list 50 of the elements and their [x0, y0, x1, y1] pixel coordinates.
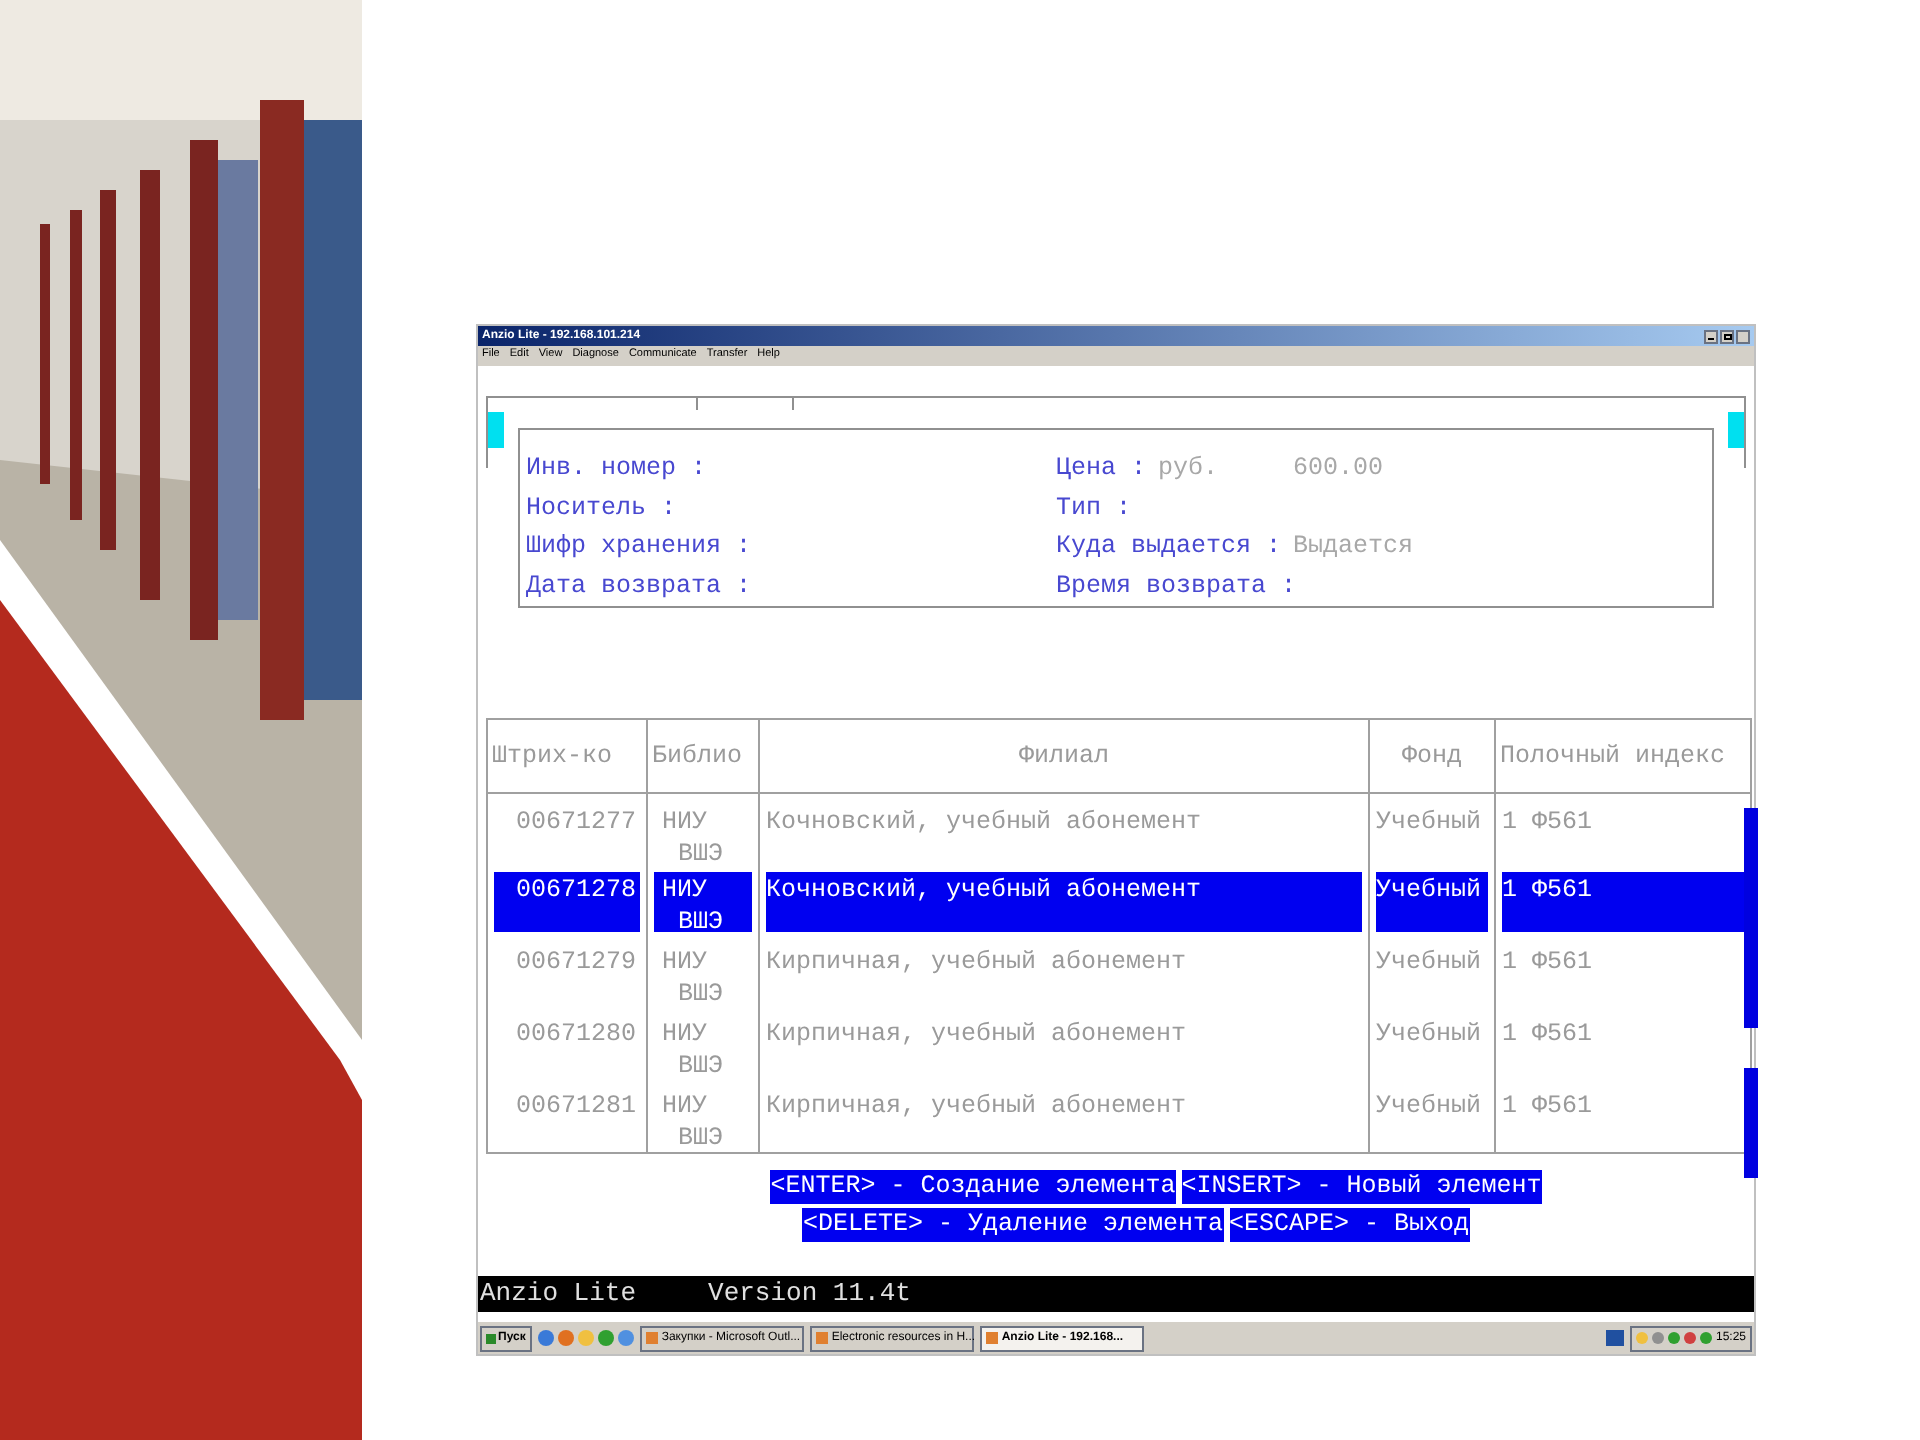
field-label: Куда выдается :: [1056, 530, 1282, 564]
key-hint: <INSERT> - Новый элемент: [1181, 1170, 1542, 1204]
app-icon: [645, 1332, 658, 1344]
field-label: Инв. номер :: [526, 452, 707, 486]
table-cell: 1 Ф561: [1502, 1091, 1593, 1119]
table-cell: Учебный: [1376, 808, 1482, 836]
table-row[interactable]: 00671278 НИУ ВШЭ Кочновский, учебный абонемент Учебный 1 Ф561: [487, 865, 1751, 937]
version-text: Version 11.4t: [708, 1276, 911, 1312]
windows-logo-icon: [486, 1333, 496, 1343]
table-cell: 1 Ф561: [1502, 947, 1593, 975]
cursor-block: [488, 412, 504, 448]
key-hint: <ENTER> - Создание элемента: [770, 1170, 1176, 1204]
table-cell: 1 Ф561: [1502, 1019, 1593, 1047]
field-label: Шифр хранения :: [526, 530, 752, 564]
table-cell: Кочновский, учебный абонемент: [766, 808, 1202, 836]
table-cell: 00671279: [515, 947, 636, 975]
field-label: Носитель :: [526, 491, 677, 525]
key-hint: <ESCAPE> - Выход: [1229, 1208, 1470, 1242]
table-cell: НИУ ВШЭ: [662, 1091, 724, 1151]
cursor-block: [1728, 412, 1744, 448]
table-cell: Кирпичная, учебный абонемент: [766, 1019, 1187, 1047]
table-cell: 1 Ф561: [1502, 875, 1593, 903]
table-cell: Учебный: [1376, 947, 1482, 975]
field-label: Время возврата :: [1056, 569, 1297, 603]
field-value: руб. 600.00: [1158, 452, 1384, 486]
table-cell: Кирпичная, учебный абонемент: [766, 947, 1187, 975]
table-cell: 00671277: [515, 808, 636, 836]
maximize-icon[interactable]: [1720, 329, 1734, 343]
key-hint: <DELETE> - Удаление элемента: [802, 1208, 1223, 1242]
table-cell: НИУ ВШЭ: [662, 808, 724, 868]
table-cell: Учебный: [1376, 1091, 1482, 1119]
table-cell: Учебный: [1376, 1019, 1482, 1047]
table-cell: Учебный: [1376, 875, 1482, 903]
app-name: Anzio Lite: [480, 1276, 637, 1312]
table-cell: 00671281: [515, 1091, 636, 1119]
table-cell: НИУ ВШЭ: [662, 947, 724, 1007]
field-label: Тип :: [1056, 491, 1132, 525]
field-label: Дата возврата :: [526, 569, 752, 603]
field-label: Цена :: [1056, 452, 1147, 486]
table-cell: 1 Ф561: [1502, 808, 1593, 836]
minimize-icon[interactable]: [1704, 329, 1718, 343]
table-cell: НИУ ВШЭ: [662, 875, 724, 935]
table-cell: Кочновский, учебный абонемент: [766, 875, 1202, 903]
table-cell: 00671280: [515, 1019, 636, 1047]
field-value: Выдается: [1293, 530, 1414, 564]
app-icon: [985, 1332, 998, 1344]
table-cell: Кирпичная, учебный абонемент: [766, 1091, 1187, 1119]
table-cell: 00671278: [515, 875, 636, 903]
table-cell: НИУ ВШЭ: [662, 1019, 724, 1079]
app-icon: [815, 1332, 828, 1344]
